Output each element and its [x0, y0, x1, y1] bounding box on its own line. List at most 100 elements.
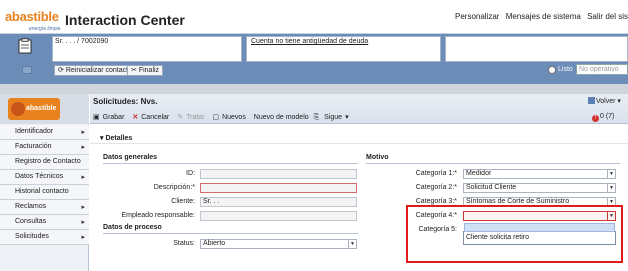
- status-label: Listo: [558, 66, 573, 73]
- nav-item-datos-tecnicos[interactable]: Datos Técnicos ▸: [0, 170, 89, 185]
- dropdown-arrow-icon: ▼: [348, 240, 356, 248]
- category-2-label: Categoría 2:*: [415, 184, 457, 191]
- chevron-right-icon: ▸: [81, 144, 85, 151]
- edit-icon: ✎: [177, 114, 184, 121]
- new-doc-icon: ▢: [212, 114, 220, 121]
- clipboard-icon[interactable]: [16, 38, 34, 54]
- cancel-button[interactable]: ✕ Cancelar: [132, 114, 172, 121]
- new-from-model-button[interactable]: Nuevo de modelo: [254, 114, 309, 121]
- refresh-icon: ⟳: [58, 67, 64, 74]
- category-2-select[interactable]: Solicitud Cliente ▼: [463, 183, 616, 193]
- system-messages-link[interactable]: Mensajes de sistema: [506, 12, 581, 21]
- alerts[interactable]: ! 0 (7): [592, 113, 614, 122]
- floppy-icon: ▣: [93, 114, 100, 121]
- nav-logo: abastible: [8, 98, 60, 120]
- save-label: Grabar: [102, 114, 125, 121]
- description-label: Descripción:*: [153, 184, 195, 191]
- status-label: Status:: [173, 240, 195, 247]
- new-button[interactable]: ▢ Nuevos: [212, 114, 248, 121]
- chevron-right-icon: ▸: [81, 129, 85, 136]
- cancel-icon: ✕: [132, 114, 139, 121]
- dropdown-arrow-icon: ▼: [607, 170, 615, 178]
- debt-status-link[interactable]: Cuenta no tiene antigüedad de deuda: [251, 38, 368, 45]
- finalize-button[interactable]: ✂ Finaliz: [127, 65, 164, 76]
- next-button[interactable]: Sigue ▾: [324, 114, 348, 121]
- motivo-group-title: Motivo: [366, 154, 389, 161]
- brand-logo-subtitle: energía limpia: [29, 26, 61, 32]
- employee-label: Empleado responsable:: [121, 212, 195, 219]
- cancel-label: Cancelar: [141, 114, 170, 121]
- finalize-label: Finaliz: [138, 67, 160, 74]
- chevron-right-icon: ▸: [81, 234, 85, 241]
- chevron-right-icon: ▸: [81, 219, 85, 226]
- toolbar: ▣ Grabar ✕ Cancelar ✎ Tratar ▢ Nuevos Nuevo …: [93, 113, 352, 122]
- reset-contact-button[interactable]: ⟳ Reinicializar contacto: [54, 65, 136, 76]
- description-field[interactable]: [200, 183, 357, 193]
- nav-item-label: Consultas: [15, 218, 47, 225]
- id-label: ID:: [186, 170, 195, 177]
- category-1-select[interactable]: Medidor ▼: [463, 169, 616, 179]
- treat-button[interactable]: ✎ Tratar: [177, 114, 207, 121]
- dropdown-arrow-icon: ▼: [607, 184, 615, 192]
- process-group-title: Datos de proceso: [103, 224, 162, 231]
- details-section-header[interactable]: [90, 130, 628, 144]
- employee-field[interactable]: [200, 211, 357, 221]
- nav-item-label: Historial contacto: [15, 188, 69, 195]
- status-field[interactable]: No operativo: [576, 64, 628, 75]
- annotation-highlight-box: [406, 205, 623, 263]
- category-2-value: Solicitud Cliente: [466, 184, 517, 191]
- logout-link[interactable]: Salir del sis: [587, 12, 628, 21]
- nav-logo-text: abastible: [26, 105, 57, 112]
- save-button[interactable]: ▣ Grabar: [93, 114, 127, 121]
- category-3-value: Síntomas de Corte de Suministro: [466, 198, 570, 205]
- next-label: Sigue: [324, 114, 343, 121]
- reset-contact-label: Reinicializar contacto: [65, 67, 132, 74]
- copy-icon[interactable]: ⎘: [314, 114, 320, 121]
- back-button[interactable]: Volver ▾: [588, 97, 621, 105]
- back-label: Volver: [596, 98, 616, 105]
- nav-item-label: Facturación: [15, 143, 52, 150]
- customer-id: Sr. . . . / 7002090: [55, 38, 109, 45]
- general-group-title: Datos generales: [103, 154, 158, 161]
- process-group-divider: [103, 233, 358, 234]
- status-value: Abierto: [203, 240, 226, 247]
- spacer-band: [0, 84, 628, 94]
- nav-item-identificador[interactable]: Identificador ▸: [0, 125, 89, 140]
- window-icon: [22, 66, 32, 74]
- id-field[interactable]: [200, 169, 357, 179]
- category-1-label: Categoría 1:*: [415, 170, 457, 177]
- nav-item-historial[interactable]: Historial contacto: [0, 185, 89, 200]
- category-3-label: Categoría 3:*: [415, 198, 457, 205]
- nav-item-label: Datos Técnicos: [15, 173, 64, 180]
- nav-item-solicitudes[interactable]: Solicitudes ▸: [0, 230, 89, 245]
- scissors-icon: ✂: [131, 67, 137, 74]
- category-1-value: Medidor: [466, 170, 492, 177]
- info-panel: [445, 36, 628, 62]
- nav-item-facturacion[interactable]: Facturación ▸: [0, 140, 89, 155]
- brand-logo-text: abastible: [5, 9, 59, 24]
- nav-item-consultas[interactable]: Consultas ▸: [0, 215, 89, 230]
- motivo-group-divider: [366, 163, 620, 164]
- customer-field[interactable]: Sr. . .: [200, 197, 357, 207]
- status-radio[interactable]: [548, 66, 556, 74]
- details-section-label: Detalles: [105, 135, 133, 142]
- customer-label: Cliente:: [171, 198, 195, 205]
- chevron-right-icon: ▸: [81, 204, 85, 211]
- status-select[interactable]: Abierto ▼: [200, 239, 357, 249]
- collapse-icon: ▾: [100, 135, 104, 142]
- page-title: Solicitudes: Nvs.: [93, 97, 158, 106]
- alert-icon: !: [592, 115, 599, 122]
- new-label: Nuevos: [222, 114, 246, 121]
- treat-label: Tratar: [186, 114, 205, 121]
- alerts-count: 0 (7): [600, 113, 615, 120]
- nav-item-label: Identificador: [15, 128, 54, 135]
- app-title: Interaction Center: [65, 12, 185, 28]
- personalize-link[interactable]: Personalizar: [455, 12, 499, 21]
- details-section-title[interactable]: ▾ Detalles: [100, 134, 132, 142]
- nav-item-label: Reclamos: [15, 203, 47, 210]
- brand-logo: abastible energía limpia: [5, 9, 63, 33]
- top-links: Personalizar Mensajes de sistema Salir d…: [451, 12, 628, 21]
- nav-item-reclamos[interactable]: Reclamos ▸: [0, 200, 89, 215]
- nav-item-registro-contacto[interactable]: Registro de Contacto: [0, 155, 89, 170]
- general-group-divider: [103, 163, 358, 164]
